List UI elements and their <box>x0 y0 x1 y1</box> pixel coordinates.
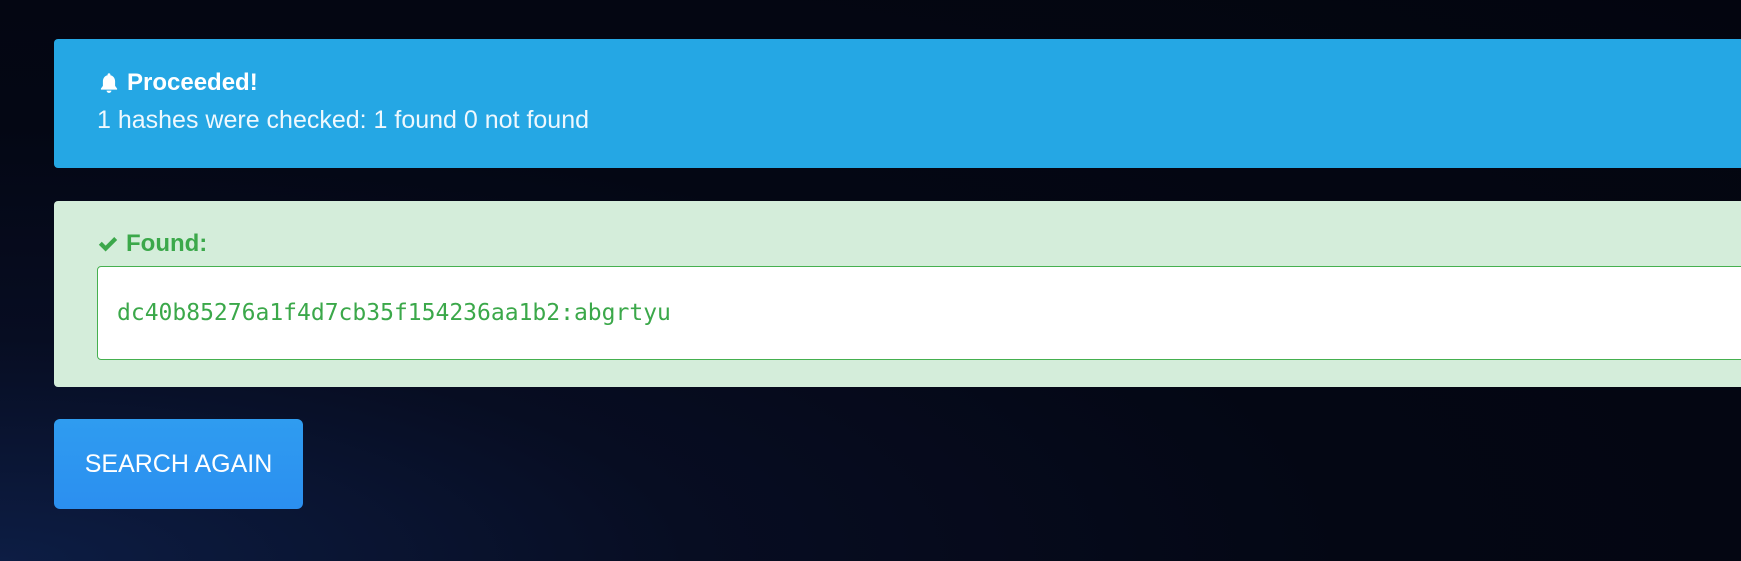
proceeded-alert: Proceeded! 1 hashes were checked: 1 foun… <box>54 39 1741 168</box>
found-result-field[interactable]: dc40b85276a1f4d7cb35f154236aa1b2:abgrtyu <box>97 266 1741 360</box>
found-panel: Found: dc40b85276a1f4d7cb35f154236aa1b2:… <box>54 201 1741 387</box>
found-title-row: Found: <box>97 228 1741 260</box>
found-label: Found: <box>126 230 208 257</box>
alert-title-row: Proceeded! <box>97 66 1741 100</box>
alert-message: 1 hashes were checked: 1 found 0 not fou… <box>97 106 590 134</box>
bell-icon <box>97 71 121 95</box>
check-icon <box>97 233 119 255</box>
search-again-button[interactable]: SEARCH AGAIN <box>54 419 303 509</box>
alert-title: Proceeded! <box>127 69 258 96</box>
